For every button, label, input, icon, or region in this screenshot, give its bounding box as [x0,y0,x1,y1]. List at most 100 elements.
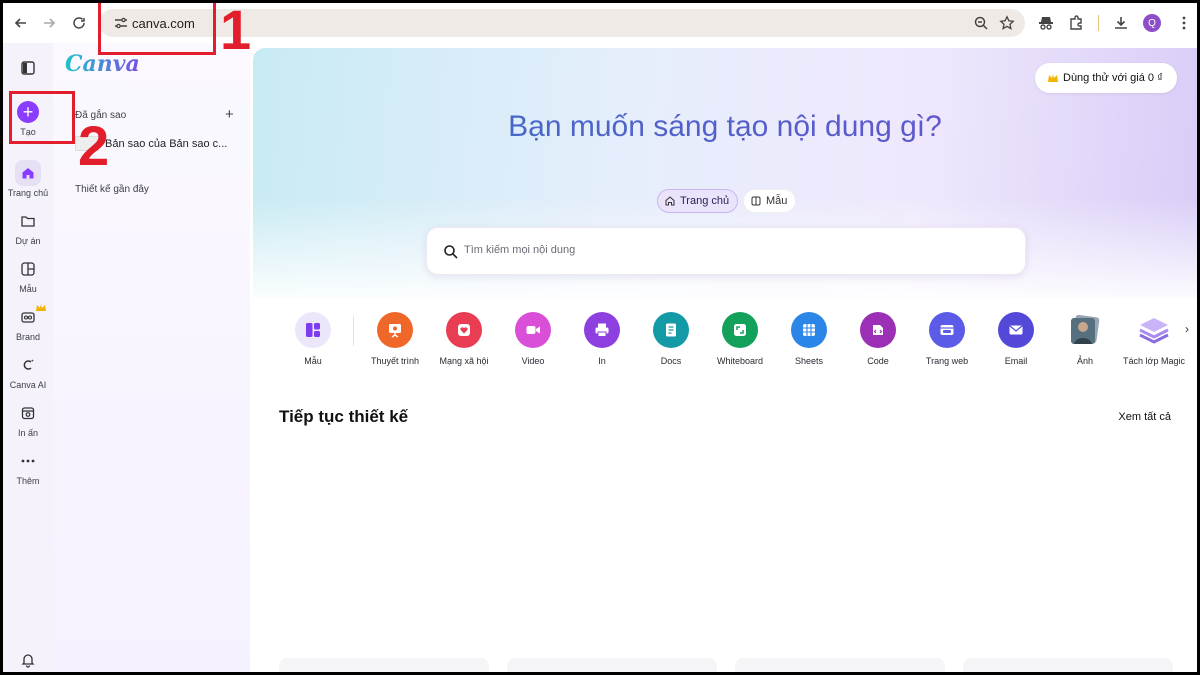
rail-item-templates[interactable]: Mẫu [3,256,53,294]
category-label: Ảnh [1076,356,1093,366]
design-card[interactable] [279,658,489,672]
premium-crown-icon [36,304,46,311]
screen-frame: canva.com Q + Tạo Trang chủ Dự án Mẫu Br… [3,3,1197,672]
design-card[interactable] [507,658,717,672]
category-social-media[interactable]: Mạng xã hội [424,312,504,366]
rail-item-more[interactable]: Thêm [3,448,53,486]
back-icon[interactable] [9,11,33,35]
rail-item-brand[interactable]: Brand [3,304,53,342]
category-label: Video [521,356,545,366]
category-presentation[interactable]: Thuyết trình [355,312,435,366]
category-label: Tách lớp Magic [1123,356,1185,366]
category-label: Mạng xã hội [439,356,489,366]
crown-icon [1048,74,1058,82]
category-docs[interactable]: Docs [631,312,711,366]
zoom-icon[interactable] [973,15,989,31]
rail-label: In ấn [17,428,39,438]
website-icon [929,312,965,348]
category-photos[interactable]: Ảnh [1045,312,1125,366]
templates-icon [295,312,331,348]
category-label: Mẫu [304,356,322,366]
category-label: Trang web [925,356,969,366]
annotation-box-url [98,3,216,55]
tab-label: Mẫu [766,195,788,207]
trial-button[interactable]: Dùng thử với giá 0 ₫ [1035,63,1177,93]
category-label: Email [1004,356,1028,366]
category-divider [353,316,354,346]
layers-icon [1136,312,1172,348]
category-email[interactable]: Email [976,312,1056,366]
recent-section-title: Thiết kế gần đây [75,184,149,195]
sidebar-toggle-icon [15,55,41,81]
category-label: Whiteboard [716,356,764,366]
rail-label: Mẫu [19,284,37,294]
photo-icon [1067,312,1103,348]
annotation-number-1: 1 [220,3,252,61]
profile-avatar[interactable]: Q [1143,14,1161,32]
toolbar-divider [1098,15,1099,31]
category-templates[interactable]: Mẫu [273,312,353,366]
bookmark-star-icon[interactable] [999,15,1015,31]
add-starred-icon[interactable]: + [225,106,234,123]
annotation-box-create [9,91,75,144]
tab-label: Trang chủ [680,195,730,207]
category-shortcuts: Mẫu Thuyết trình Mạng xã hội Video In Do… [289,312,1197,392]
design-card[interactable] [735,658,945,672]
continue-design-title: Tiếp tục thiết kế [279,407,409,426]
extensions-icon[interactable] [1067,14,1085,32]
category-magic-layers[interactable]: Tách lớp Magic [1114,312,1194,366]
download-icon[interactable] [1112,14,1130,32]
code-icon [860,312,896,348]
home-icon [665,196,675,206]
search-icon [444,245,458,259]
category-print[interactable]: In [562,312,642,366]
browser-menu-icon[interactable] [1175,14,1193,32]
video-icon [515,312,551,348]
starred-design-item[interactable]: Bản sao của Bản sao c... [105,138,227,150]
category-whiteboard[interactable]: Whiteboard [700,312,780,366]
category-sheets[interactable]: Sheets [769,312,849,366]
category-label: Sheets [794,356,824,366]
folder-icon [15,208,41,234]
search-input[interactable]: Tìm kiếm mọi nội dung [464,244,575,256]
chevron-right-icon[interactable]: › [1185,322,1197,338]
rail-item-projects[interactable]: Dự án [3,208,53,246]
rail-label: Canva AI [9,380,47,390]
category-label: In [598,356,606,366]
printer-icon [584,312,620,348]
home-icon [15,160,41,186]
print-shop-icon [15,400,41,426]
reload-icon[interactable] [67,11,91,35]
tab-home[interactable]: Trang chủ [657,189,739,213]
category-label: Thuyết trình [370,356,420,366]
incognito-icon[interactable] [1037,14,1055,32]
see-all-link[interactable]: Xem tất cả [1118,411,1171,423]
notifications-button[interactable] [3,647,53,672]
heart-icon [446,312,482,348]
docs-icon [653,312,689,348]
trial-label: Dùng thử với giá 0 ₫ [1063,72,1163,84]
more-icon [15,448,41,474]
forward-icon[interactable] [37,11,61,35]
rail-item-print[interactable]: In ấn [3,400,53,438]
toggle-panel-button[interactable] [3,55,53,83]
category-label: Code [867,356,889,366]
rail-item-home[interactable]: Trang chủ [3,160,53,198]
bell-icon [15,647,41,672]
whiteboard-icon [722,312,758,348]
presentation-icon [377,312,413,348]
search-bar[interactable]: Tìm kiếm mọi nội dung [426,227,1026,275]
design-card[interactable] [963,658,1173,672]
rail-label: Brand [15,332,41,342]
rail-item-canva-ai[interactable]: Canva AI [3,352,53,390]
rail-label: Trang chủ [7,188,49,198]
rail-label: Dự án [15,236,41,246]
hero-title: Bạn muốn sáng tạo nội dung gì? [253,110,1197,144]
category-code[interactable]: Code [838,312,918,366]
category-video[interactable]: Video [493,312,573,366]
category-label: Docs [660,356,682,366]
templates-icon [751,196,761,206]
canva-ai-icon [15,352,41,378]
category-website[interactable]: Trang web [907,312,987,366]
tab-templates[interactable]: Mẫu [743,189,797,213]
